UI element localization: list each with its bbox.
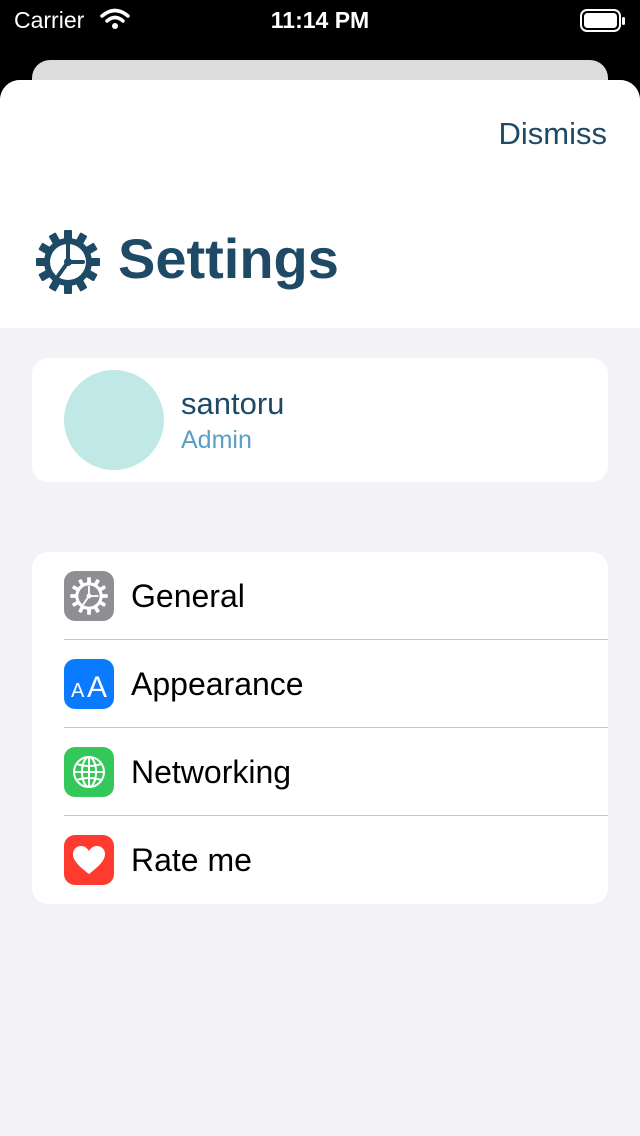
menu-item-rate-me[interactable]: Rate me xyxy=(32,816,608,904)
profile-card[interactable]: santoru Admin xyxy=(32,358,608,482)
menu-item-label: General xyxy=(131,578,245,614)
globe-icon xyxy=(64,747,114,797)
status-time: 11:14 PM xyxy=(270,7,370,33)
menu-item-label: Networking xyxy=(131,754,292,790)
svg-text:A: A xyxy=(71,680,85,701)
menu-item-appearance[interactable]: A A Appearance xyxy=(32,640,608,728)
page-title: Settings xyxy=(118,227,339,290)
settings-sheet: Dismiss Settings santoru Admin General A… xyxy=(0,80,640,1136)
sheet-header: Dismiss Settings xyxy=(0,80,640,328)
menu-item-label: Rate me xyxy=(131,842,252,878)
status-bar: Carrier 11:14 PM xyxy=(0,0,640,42)
profile-username: santoru xyxy=(181,386,285,421)
dismiss-button[interactable]: Dismiss xyxy=(499,116,608,152)
avatar xyxy=(64,370,164,470)
svg-text:A: A xyxy=(87,671,107,701)
gear-icon xyxy=(64,571,114,621)
settings-menu: General A A Appearance Networking Rate m… xyxy=(32,552,608,904)
menu-item-general[interactable]: General xyxy=(32,552,608,640)
gear-icon xyxy=(36,230,100,299)
battery-icon xyxy=(580,9,626,39)
menu-item-networking[interactable]: Networking xyxy=(32,728,608,816)
heart-icon xyxy=(64,835,114,885)
menu-item-label: Appearance xyxy=(131,666,304,702)
profile-role: Admin xyxy=(181,426,252,454)
text-size-icon: A A xyxy=(64,659,114,709)
